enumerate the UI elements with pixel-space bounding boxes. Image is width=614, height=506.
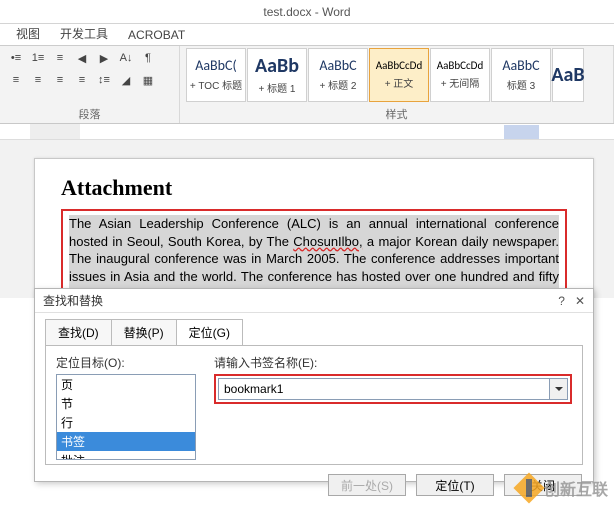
ruler-margin-indicator xyxy=(504,125,539,139)
watermark-text: 创新互联 xyxy=(544,476,608,500)
borders-button[interactable]: ▦ xyxy=(138,70,158,90)
tab-replace[interactable]: 替换(P) xyxy=(111,319,177,345)
dialog-tabs: 查找(D) 替换(P) 定位(G) xyxy=(45,319,593,345)
paragraph-group: •≡ 1≡ ≡ ◀ ▶ A↓ ¶ ≡ ≡ ≡ ≡ ↕≡ ◢ ▦ 段落 xyxy=(0,46,180,123)
goto-opt-line[interactable]: 行 xyxy=(57,413,195,432)
horizontal-ruler[interactable] xyxy=(0,124,614,140)
goto-opt-page[interactable]: 页 xyxy=(57,375,195,394)
page[interactable]: Attachment The Asian Leadership Conferen… xyxy=(34,158,594,298)
multilevel-button[interactable]: ≡ xyxy=(50,48,70,68)
bookmark-dropdown-button[interactable] xyxy=(549,379,567,399)
style-more[interactable]: AaB xyxy=(552,48,584,102)
numbering-button[interactable]: 1≡ xyxy=(28,48,48,68)
paragraph-group-label: 段落 xyxy=(6,106,173,123)
style-heading-3[interactable]: AaBbC 标题 3 xyxy=(491,48,551,102)
sort-button[interactable]: A↓ xyxy=(116,48,136,68)
find-replace-dialog: 查找和替换 ? ✕ 查找(D) 替换(P) 定位(G) 定位目标(O): 页 节… xyxy=(34,288,594,482)
styles-gallery[interactable]: AaBbC( + TOC 标题 AaBb + 标题 1 AaBbC + 标题 2… xyxy=(186,48,607,102)
style-body[interactable]: AaBbCcDd + 正文 xyxy=(369,48,429,102)
dialog-body: 定位目标(O): 页 节 行 书签 批注 脚注 请输入书签名称(E): 前一处(… xyxy=(45,345,583,465)
watermark: 创新互联 xyxy=(518,476,608,500)
goto-target-list[interactable]: 页 节 行 书签 批注 脚注 xyxy=(56,374,196,460)
window-title-bar: test.docx - Word xyxy=(0,0,614,24)
bookmark-combo-highlight xyxy=(214,374,572,404)
decrease-indent-button[interactable]: ◀ xyxy=(72,48,92,68)
close-icon[interactable]: ✕ xyxy=(575,294,585,308)
styles-group-label: 样式 xyxy=(186,106,607,123)
bullets-button[interactable]: •≡ xyxy=(6,48,26,68)
tab-acrobat[interactable]: ACROBAT xyxy=(118,25,195,45)
goto-button[interactable]: 定位(T) xyxy=(416,474,494,496)
style-heading-2[interactable]: AaBbC + 标题 2 xyxy=(308,48,368,102)
tab-view[interactable]: 视图 xyxy=(6,22,50,45)
style-no-spacing[interactable]: AaBbCcDd + 无间隔 xyxy=(430,48,490,102)
spell-error[interactable]: ChosunIlbo, xyxy=(293,234,362,249)
watermark-icon xyxy=(518,477,540,499)
goto-opt-section[interactable]: 节 xyxy=(57,394,195,413)
tab-find[interactable]: 查找(D) xyxy=(45,319,112,345)
previous-button: 前一处(S) xyxy=(328,474,406,496)
align-left-button[interactable]: ≡ xyxy=(6,70,26,90)
dialog-title: 查找和替换 xyxy=(43,292,103,309)
shading-button[interactable]: ◢ xyxy=(116,70,136,90)
style-heading-1[interactable]: AaBb + 标题 1 xyxy=(247,48,307,102)
selection-highlight-box: The Asian Leadership Conference (ALC) is… xyxy=(61,209,567,298)
ribbon: •≡ 1≡ ≡ ◀ ▶ A↓ ¶ ≡ ≡ ≡ ≡ ↕≡ ◢ ▦ 段落 AaBb xyxy=(0,46,614,124)
bookmark-input[interactable] xyxy=(219,379,549,399)
bookmark-name-label: 请输入书签名称(E): xyxy=(214,354,572,371)
ribbon-tabs: 视图 开发工具 ACROBAT xyxy=(0,24,614,46)
document-area: Attachment The Asian Leadership Conferen… xyxy=(0,140,614,298)
goto-opt-comment[interactable]: 批注 xyxy=(57,451,195,460)
justify-button[interactable]: ≡ xyxy=(72,70,92,90)
help-icon[interactable]: ? xyxy=(558,294,565,308)
align-center-button[interactable]: ≡ xyxy=(28,70,48,90)
line-spacing-button[interactable]: ↕≡ xyxy=(94,70,114,90)
goto-opt-bookmark[interactable]: 书签 xyxy=(57,432,195,451)
bookmark-combo[interactable] xyxy=(218,378,568,400)
document-title: test.docx - Word xyxy=(263,5,350,19)
style-toc-heading[interactable]: AaBbC( + TOC 标题 xyxy=(186,48,246,102)
styles-group: AaBbC( + TOC 标题 AaBb + 标题 1 AaBbC + 标题 2… xyxy=(180,46,614,123)
show-marks-button[interactable]: ¶ xyxy=(138,48,158,68)
dialog-title-bar[interactable]: 查找和替换 ? ✕ xyxy=(35,289,593,313)
align-right-button[interactable]: ≡ xyxy=(50,70,70,90)
tab-goto[interactable]: 定位(G) xyxy=(176,319,243,345)
tab-developer[interactable]: 开发工具 xyxy=(50,22,118,45)
doc-heading[interactable]: Attachment xyxy=(61,175,567,201)
increase-indent-button[interactable]: ▶ xyxy=(94,48,114,68)
doc-paragraph[interactable]: The Asian Leadership Conference (ALC) is… xyxy=(69,215,559,298)
goto-target-label: 定位目标(O): xyxy=(56,354,196,371)
